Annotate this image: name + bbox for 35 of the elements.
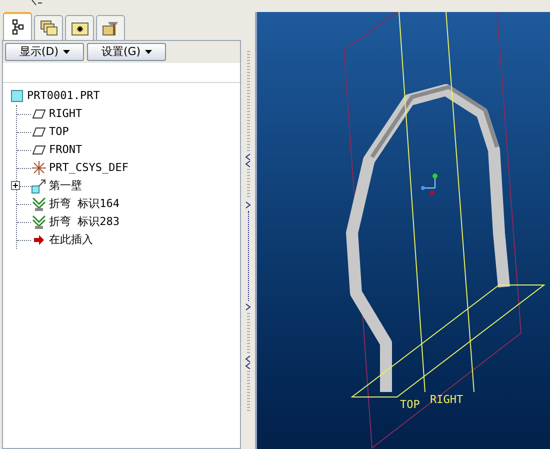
tree-item[interactable]: TOP (49, 124, 69, 140)
tree-item[interactable]: 在此插入 (49, 232, 93, 248)
folders-icon (40, 20, 58, 36)
coordinate-triad-icon (421, 174, 438, 196)
tree-item[interactable]: 第一壁 (49, 178, 82, 194)
plane-icon (32, 109, 46, 119)
panel-tab[interactable] (3, 12, 32, 40)
toolbox-icon (102, 20, 120, 36)
arrow-icon (33, 234, 45, 246)
dropdown-button[interactable]: 设置(G) (87, 43, 166, 61)
caret-icon (62, 50, 70, 54)
coordinate-system-icon (31, 160, 47, 176)
tree-item[interactable]: 折弯 标识283 (49, 214, 120, 230)
cursor-icon (30, 0, 44, 6)
bend-icon (32, 196, 46, 212)
tree-item[interactable]: 折弯 标识164 (49, 196, 120, 212)
wall-icon (31, 178, 47, 194)
tree-item[interactable]: RIGHT (49, 106, 82, 122)
expand-right-icon[interactable] (245, 302, 251, 310)
collapse-left-icon[interactable] (245, 152, 251, 166)
panel-tab[interactable] (65, 15, 94, 40)
tree-item[interactable]: PRT_CSYS_DEF (49, 160, 128, 176)
caret-icon (144, 50, 152, 54)
datum-label: TOP (400, 399, 420, 411)
plane-icon (32, 145, 46, 155)
bend-icon (32, 214, 46, 230)
tree-icon (12, 19, 24, 35)
tree-item[interactable]: FRONT (49, 142, 82, 158)
tree-item[interactable]: PRT0001.PRT (27, 88, 100, 104)
plane-icon (32, 127, 46, 137)
expand-toggle[interactable] (11, 181, 20, 190)
part-icon (11, 90, 23, 102)
expand-right-icon[interactable] (245, 200, 251, 208)
collapse-left-icon[interactable] (245, 354, 251, 368)
dropdown-button[interactable]: 显示(D) (5, 43, 84, 61)
